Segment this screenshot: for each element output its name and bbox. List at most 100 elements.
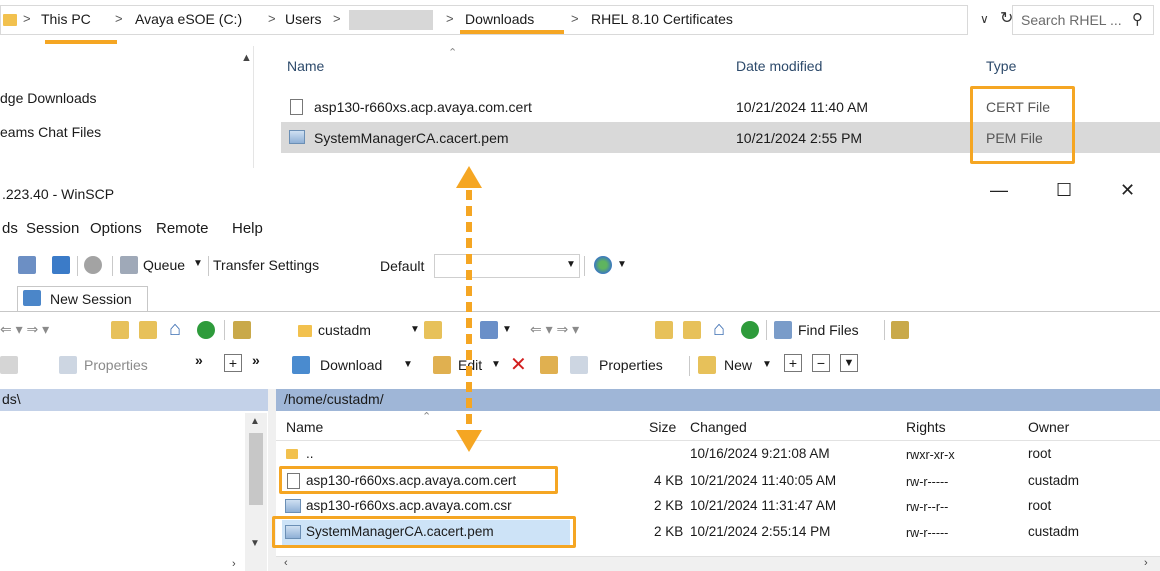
remote-folder-select[interactable]: custadm [318,322,371,338]
scroll-right-icon[interactable]: › [1144,557,1148,569]
new-button[interactable]: New [724,357,752,373]
home-icon[interactable]: ⌂ [169,318,181,341]
chevron-down-icon[interactable]: ▼ [403,359,413,370]
column-name[interactable]: Name [287,58,324,74]
scroll-up-icon[interactable]: ▲ [250,416,260,427]
maximize-button[interactable]: ☐ [1056,180,1072,201]
file-rights: rwxr-xr-x [906,448,955,462]
delete-icon[interactable]: ✕ [510,352,527,377]
search-box[interactable]: Search RHEL ... ⚲ [1012,5,1154,35]
breadcrumb-drive[interactable]: Avaya eSOE (C:) [135,11,242,27]
scroll-left-icon[interactable]: ‹ [284,557,288,569]
column-changed[interactable]: Changed [690,419,747,435]
breadcrumb-downloads[interactable]: Downloads [465,11,534,27]
edit-icon [433,356,451,374]
file-name[interactable]: asp130-r660xs.acp.avaya.com.csr [306,498,512,513]
tree-icon[interactable] [233,321,251,339]
compare-icon[interactable] [52,256,70,274]
globe-icon[interactable] [594,256,612,274]
chevron-right-icon: > [333,11,341,26]
chevron-down-icon[interactable]: ▼ [502,324,512,335]
select-files-icon[interactable]: + [784,354,802,372]
menu-remote[interactable]: Remote [156,220,209,237]
rename-icon[interactable] [540,356,558,374]
remote-horizontal-scrollbar[interactable]: ‹ › [276,556,1160,571]
minimize-button[interactable]: — [990,180,1008,201]
unselect-files-icon[interactable]: − [812,354,830,372]
chevron-down-icon[interactable]: ▼ [491,359,501,370]
tab-new-session[interactable]: New Session [17,286,148,312]
menu-session[interactable]: Session [26,220,79,237]
download-button[interactable]: Download [320,357,382,373]
chevron-down-icon[interactable]: ▼ [617,259,627,270]
chevron-down-icon[interactable]: ▼ [566,259,576,270]
filter-files-icon[interactable]: ▼ [840,354,858,372]
sidebar-item[interactable]: eams Chat Files [0,124,101,140]
breadcrumb-users[interactable]: Users [285,11,322,27]
scroll-right-icon[interactable]: › [232,558,236,570]
left-path-bar[interactable]: ds\ [0,389,268,411]
sidebar-item[interactable]: dge Downloads [0,90,97,106]
column-name[interactable]: Name [286,419,323,435]
chevron-down-icon[interactable]: ▼ [193,258,203,269]
refresh-icon[interactable] [741,321,759,339]
column-rights[interactable]: Rights [906,419,946,435]
download-icon [292,356,310,374]
tree-icon[interactable] [891,321,909,339]
queue-icon[interactable] [120,256,138,274]
overflow-icon[interactable]: » [195,352,203,368]
scrollbar-thumb[interactable] [249,433,263,505]
chevron-down-icon[interactable]: ▼ [410,324,420,335]
synchronize-icon[interactable] [18,256,36,274]
column-type[interactable]: Type [986,58,1016,74]
left-properties-button[interactable]: Properties [84,357,148,373]
transfer-settings-label: Transfer Settings [213,257,320,273]
remote-path-bar[interactable]: /home/custadm/ [276,389,1160,411]
chevron-right-icon: > [115,11,123,26]
refresh-icon[interactable] [197,321,215,339]
scroll-down-icon[interactable]: ▼ [250,538,260,549]
remote-path: /home/custadm/ [284,391,384,407]
column-owner[interactable]: Owner [1028,419,1069,435]
home-icon[interactable]: ⌂ [713,318,725,341]
breadcrumb-rhel-certificates[interactable]: RHEL 8.10 Certificates [591,11,733,27]
parent-dir-icon[interactable] [111,321,129,339]
breadcrumb-this-pc[interactable]: This PC [41,11,91,27]
edit-icon[interactable] [0,356,18,374]
menu-options[interactable]: Options [90,220,142,237]
queue-button[interactable]: Queue [143,257,185,273]
properties-button[interactable]: Properties [599,357,663,373]
file-name[interactable]: .. [306,446,314,461]
back-forward-icons[interactable]: ⇐ ▾ ⇒ ▾ [530,321,579,338]
transfer-settings-value: Default [380,258,425,274]
select-icon[interactable]: + [224,354,242,372]
find-files-button[interactable]: Find Files [798,322,859,338]
overflow-icon[interactable]: » [252,352,260,368]
file-owner: root [1028,498,1052,513]
back-forward-icons[interactable]: ⇐ ▾ ⇒ ▾ [0,321,49,338]
column-size[interactable]: Size [649,419,676,435]
file-changed: 10/21/2024 11:31:47 AM [690,498,837,513]
properties-icon [59,356,77,374]
highlight-box-pem [272,516,576,548]
file-name[interactable]: SystemManagerCA.cacert.pem [314,130,509,146]
root-dir-icon[interactable] [139,321,157,339]
parent-dir-icon[interactable] [655,321,673,339]
explorer-window: > This PC > Avaya eSOE (C:) > Users > > … [0,0,1160,168]
menu-help[interactable]: Help [232,220,263,237]
column-date-modified[interactable]: Date modified [736,58,822,74]
close-button[interactable]: ✕ [1120,180,1135,201]
file-name[interactable]: asp130-r660xs.acp.avaya.com.cert [314,99,532,115]
window-title: .223.40 - WinSCP [2,186,115,202]
chevron-down-icon[interactable]: ∨ [980,12,989,26]
file-icon [290,99,303,115]
root-dir-icon[interactable] [683,321,701,339]
search-placeholder: Search RHEL ... [1021,12,1122,28]
open-folder-icon[interactable] [424,321,442,339]
new-icon [698,356,716,374]
chevron-down-icon[interactable]: ▼ [762,359,772,370]
gear-icon[interactable] [84,256,102,274]
file-rights: rw-r--r-- [906,500,949,514]
menu-item[interactable]: ds [2,220,18,237]
scroll-up-icon[interactable]: ▲ [241,52,252,64]
